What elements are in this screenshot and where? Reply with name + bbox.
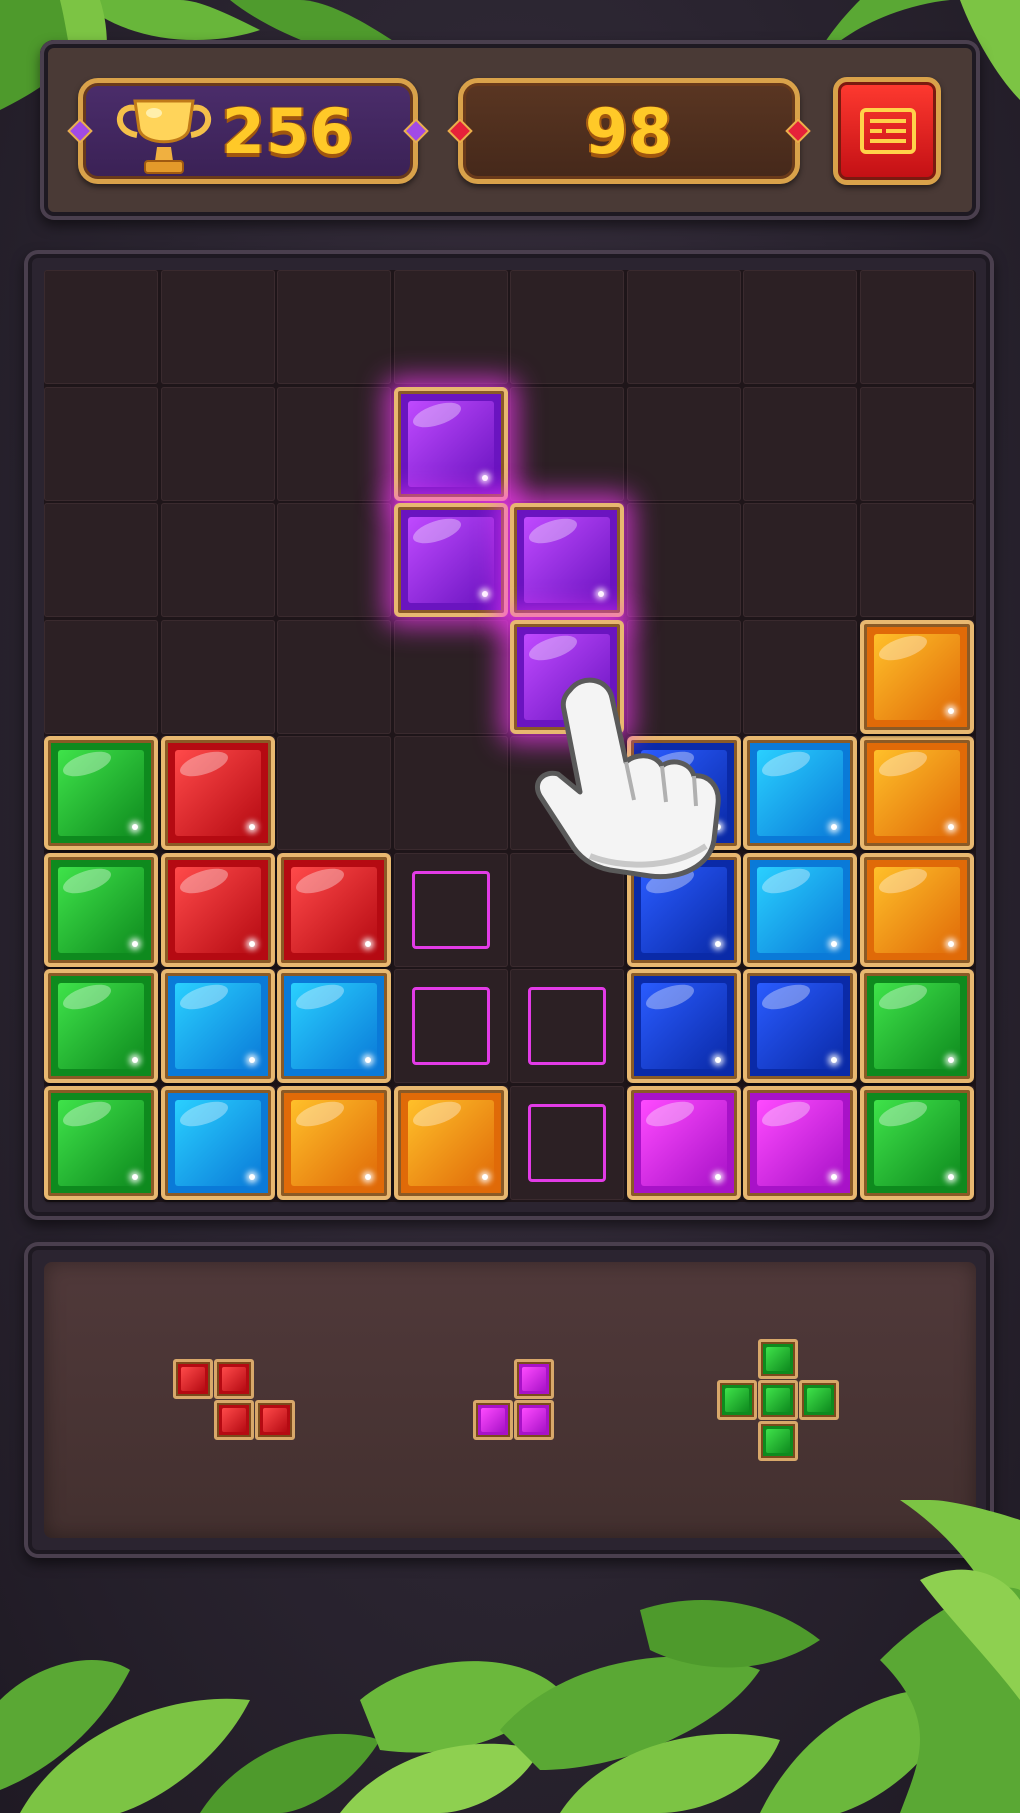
- tray-piece-block: [213, 1359, 254, 1399]
- drop-target-outline: [412, 987, 490, 1065]
- board-cell: [510, 387, 624, 501]
- board-cell: [743, 270, 857, 384]
- board-cell: [277, 503, 391, 617]
- gem-block-orange: [860, 736, 974, 850]
- board-cell: [394, 270, 508, 384]
- tray-piece-block: [757, 1379, 798, 1420]
- gem-block-orange: [860, 853, 974, 967]
- board-cell: [627, 270, 741, 384]
- board-cell: [161, 503, 275, 617]
- tray-piece-block: [254, 1400, 295, 1440]
- menu-button[interactable]: [833, 77, 941, 185]
- tray-piece-block: [757, 1420, 798, 1461]
- board-cell: [627, 503, 741, 617]
- tray-piece-block: [514, 1359, 554, 1399]
- gem-block-green: [860, 1086, 974, 1200]
- pointing-hand-icon: [534, 677, 721, 880]
- gem-block-green: [44, 853, 158, 967]
- gem-block-blue: [627, 969, 741, 1083]
- gem-block-magenta: [743, 1086, 857, 1200]
- tray-piece-z-piece[interactable]: [172, 1359, 296, 1441]
- board-cell: [743, 387, 857, 501]
- board-cell: [44, 503, 158, 617]
- tray-piece-block: [716, 1379, 757, 1420]
- board-cell: [44, 620, 158, 734]
- current-score-value: 98: [584, 94, 674, 168]
- piece-tray: [44, 1262, 976, 1538]
- board-cell: [860, 270, 974, 384]
- tray-piece-block: [213, 1400, 254, 1440]
- board-cell: [161, 620, 275, 734]
- dragging-piece-block[interactable]: [394, 503, 508, 617]
- gem-block-cyan: [743, 853, 857, 967]
- gem-block-orange: [394, 1086, 508, 1200]
- drop-target-outline: [528, 987, 606, 1065]
- board-cell: [277, 736, 391, 850]
- dragging-piece-block[interactable]: [510, 503, 624, 617]
- tray-piece-small-l-piece[interactable]: [473, 1359, 555, 1441]
- board-cell: [743, 620, 857, 734]
- gem-block-green: [860, 969, 974, 1083]
- tray-piece-block: [798, 1379, 839, 1420]
- gem-block-cyan: [277, 969, 391, 1083]
- drop-target-outline: [528, 1104, 606, 1182]
- gem-block-cyan: [743, 736, 857, 850]
- gem-block-green: [44, 736, 158, 850]
- board-cell: [161, 387, 275, 501]
- board-cell: [161, 270, 275, 384]
- menu-icon: [860, 108, 916, 154]
- gem-block-orange: [860, 620, 974, 734]
- gem-block-green: [44, 1086, 158, 1200]
- trophy-icon: [116, 99, 212, 174]
- gem-block-red: [161, 736, 275, 850]
- tray-piece-block: [172, 1359, 213, 1399]
- gem-block-orange: [277, 1086, 391, 1200]
- dragging-piece-block[interactable]: [394, 387, 508, 501]
- tray-piece-block: [757, 1338, 798, 1379]
- board-cell: [277, 620, 391, 734]
- gem-block-red: [277, 853, 391, 967]
- board-cell: [394, 736, 508, 850]
- gem-block-cyan: [161, 969, 275, 1083]
- board-cell: [860, 387, 974, 501]
- gem-block-red: [161, 853, 275, 967]
- board-cell: [277, 387, 391, 501]
- board-cell: [44, 270, 158, 384]
- board-cell: [394, 620, 508, 734]
- board-cell: [743, 503, 857, 617]
- tray-piece-plus-piece[interactable]: [716, 1338, 840, 1462]
- tray-piece-block: [514, 1400, 554, 1440]
- best-score-panel: 256: [67, 78, 429, 184]
- gem-block-blue: [743, 969, 857, 1083]
- board-cell: [44, 387, 158, 501]
- game-board[interactable]: [44, 270, 976, 1202]
- board-cell: [510, 270, 624, 384]
- best-score-value: 256: [221, 94, 355, 168]
- board-cell: [627, 387, 741, 501]
- tray-piece-block: [473, 1400, 513, 1440]
- gem-block-cyan: [161, 1086, 275, 1200]
- current-score-panel: 98: [447, 78, 811, 184]
- drop-target-outline: [412, 871, 490, 949]
- gem-block-magenta: [627, 1086, 741, 1200]
- board-cell: [860, 503, 974, 617]
- gem-block-green: [44, 969, 158, 1083]
- board-cell: [277, 270, 391, 384]
